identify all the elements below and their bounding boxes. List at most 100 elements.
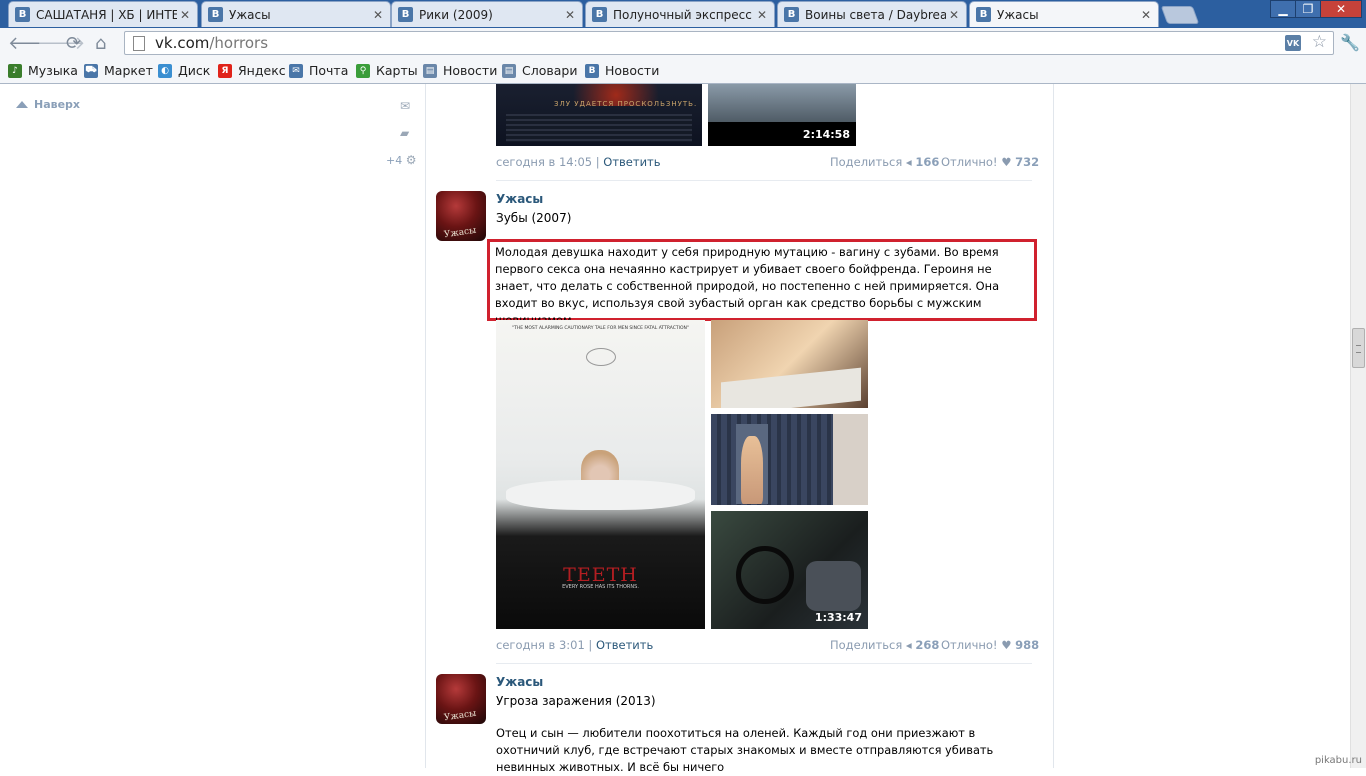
address-path: /horrors	[209, 34, 269, 52]
vk-favicon-icon: В	[398, 7, 413, 22]
tab-label: САШАТАНЯ | ХБ | ИНТЕР	[36, 7, 177, 22]
post-author[interactable]: Ужасы	[496, 675, 543, 689]
poster-subtitle: EVERY ROSE HAS ITS THORNS.	[562, 584, 639, 590]
group-avatar[interactable]: Ужасы	[436, 191, 486, 241]
close-window-button[interactable]: ✕	[1320, 0, 1362, 18]
bookmark-news-vk[interactable]: В Новости	[585, 63, 659, 78]
heart-icon: ♥	[1001, 155, 1012, 169]
notifications-badge[interactable]: +4 ⚙	[386, 153, 416, 167]
megaphone-icon: ◂	[905, 638, 912, 652]
vk-extension-icon[interactable]: VK	[1285, 35, 1301, 51]
tab-close-icon[interactable]: ✕	[1138, 8, 1154, 22]
vk-favicon-icon: В	[585, 63, 599, 78]
tab-2[interactable]: В Ужасы ✕	[201, 1, 391, 27]
tab-5[interactable]: В Воины света / Daybreake ✕	[777, 1, 967, 27]
maps-icon: ⚲	[356, 63, 370, 78]
tab-1[interactable]: В САШАТАНЯ | ХБ | ИНТЕР ✕	[8, 1, 198, 27]
share-button[interactable]: Поделиться ◂ 268	[830, 638, 939, 652]
column-divider-right	[1053, 84, 1054, 768]
post-time[interactable]: сегодня в 3:01	[496, 638, 585, 652]
video-thumbnail-top[interactable]: 2:14:58	[708, 84, 856, 146]
share-button[interactable]: Поделиться ◂ 166	[830, 155, 939, 169]
post-description: Молодая девушка находит у себя природную…	[495, 245, 1000, 327]
scrollbar-thumb[interactable]	[1352, 328, 1365, 368]
post-description: Отец и сын — любители поохотиться на оле…	[496, 726, 994, 774]
tab-close-icon[interactable]: ✕	[754, 8, 770, 22]
heart-icon: ♥	[1001, 638, 1012, 652]
new-tab-button[interactable]	[1160, 6, 1200, 24]
watermark: pikabu.ru	[1314, 755, 1362, 766]
tab-close-icon[interactable]: ✕	[177, 8, 193, 22]
message-icon[interactable]: ✉	[400, 99, 410, 113]
scroll-up-button[interactable]: Наверх	[16, 98, 80, 111]
poster-image-teeth[interactable]: "THE MOST ALARMING CAUTIONARY TALE FOR M…	[496, 320, 705, 629]
vk-favicon-icon: В	[15, 7, 30, 22]
tab-label: Рики (2009)	[419, 7, 493, 22]
tab-6-active[interactable]: В Ужасы ✕	[969, 1, 1159, 27]
comment-icon[interactable]: ▰	[400, 126, 409, 140]
tab-label: Ужасы	[997, 7, 1039, 22]
poster-title: TEETH	[563, 564, 638, 586]
poster-tagline: ЗЛУ УДАЕТСЯ ПРОСКОЛЬЗНУТЬ.	[554, 100, 698, 108]
maximize-button[interactable]: ❐	[1295, 0, 1321, 18]
post-meta: сегодня в 14:05 | Ответить	[496, 155, 661, 169]
poster-image-top[interactable]: ЗЛУ УДАЕТСЯ ПРОСКОЛЬЗНУТЬ.	[496, 84, 702, 146]
address-bar[interactable]: vk.com/horrors VK ☆	[124, 31, 1334, 55]
reply-link[interactable]: Ответить	[603, 155, 660, 169]
like-button[interactable]: Отлично! ♥ 988	[941, 638, 1039, 652]
scrollbar[interactable]	[1350, 84, 1366, 768]
tab-3[interactable]: В Рики (2009) ✕	[391, 1, 583, 27]
post-title: Угроза заражения (2013)	[496, 694, 656, 708]
tab-label: Полуночный экспресс (2	[613, 7, 754, 22]
bookmark-star-icon[interactable]: ☆	[1312, 32, 1327, 52]
arrow-up-icon	[16, 101, 28, 108]
bookmark-music[interactable]: ♪ Музыка	[8, 63, 78, 78]
music-icon: ♪	[8, 63, 22, 78]
bookmark-disk[interactable]: ◐ Диск	[158, 63, 210, 78]
bookmark-maps[interactable]: ⚲ Карты	[356, 63, 418, 78]
post-separator	[496, 663, 1032, 664]
video-thumbnail-2[interactable]: 1:33:47	[711, 511, 868, 629]
video-duration: 2:14:58	[802, 128, 850, 141]
tab-label: Воины света / Daybreake	[805, 7, 946, 22]
poster-tagline: "THE MOST ALARMING CAUTIONARY TALE FOR M…	[512, 326, 689, 331]
menu-wrench-icon[interactable]: 🔧	[1340, 33, 1360, 52]
reload-icon[interactable]: ⟳	[66, 33, 81, 54]
bookmark-mail[interactable]: ✉ Почта	[289, 63, 348, 78]
mail-icon: ✉	[289, 63, 303, 78]
bookmark-dictionaries[interactable]: ▤ Словари	[502, 63, 577, 78]
photo-thumbnail-2[interactable]	[711, 414, 868, 505]
tab-close-icon[interactable]: ✕	[370, 8, 386, 22]
post-title: Зубы (2007)	[496, 211, 572, 225]
reply-link[interactable]: Ответить	[596, 638, 653, 652]
gear-icon[interactable]: ⚙	[406, 153, 417, 167]
bookmark-market[interactable]: ⛟ Маркет	[84, 63, 153, 78]
post-meta: сегодня в 3:01 | Ответить	[496, 638, 654, 652]
document-icon: ▤	[502, 63, 516, 78]
minimize-button[interactable]: ▁	[1270, 0, 1296, 18]
group-avatar[interactable]: Ужасы	[436, 674, 486, 724]
vk-favicon-icon: В	[592, 7, 607, 22]
post-separator	[496, 180, 1032, 181]
vk-favicon-icon: В	[208, 7, 223, 22]
megaphone-icon: ◂	[905, 155, 912, 169]
yandex-icon: Я	[218, 63, 232, 78]
post-time[interactable]: сегодня в 14:05	[496, 155, 592, 169]
home-icon[interactable]: ⌂	[95, 33, 106, 54]
page-icon	[133, 35, 145, 51]
address-domain: vk.com	[155, 34, 210, 52]
bookmark-news[interactable]: ▤ Новости	[423, 63, 497, 78]
tab-close-icon[interactable]: ✕	[562, 8, 578, 22]
tab-4[interactable]: В Полуночный экспресс (2 ✕	[585, 1, 775, 27]
bookmarks-bar: ♪ Музыка ⛟ Маркет ◐ Диск Я Яндекс ✉ Почта ⚲ Ка…	[0, 58, 1366, 84]
vk-favicon-icon: В	[976, 7, 991, 22]
tab-label: Ужасы	[229, 7, 271, 22]
photo-thumbnail-1[interactable]	[711, 320, 868, 408]
market-icon: ⛟	[84, 63, 98, 78]
like-button[interactable]: Отлично! ♥ 732	[941, 155, 1039, 169]
video-duration: 1:33:47	[814, 611, 862, 624]
tab-close-icon[interactable]: ✕	[946, 8, 962, 22]
bookmark-yandex[interactable]: Я Яндекс	[218, 63, 286, 78]
column-divider-left	[425, 84, 426, 768]
post-author[interactable]: Ужасы	[496, 192, 543, 206]
